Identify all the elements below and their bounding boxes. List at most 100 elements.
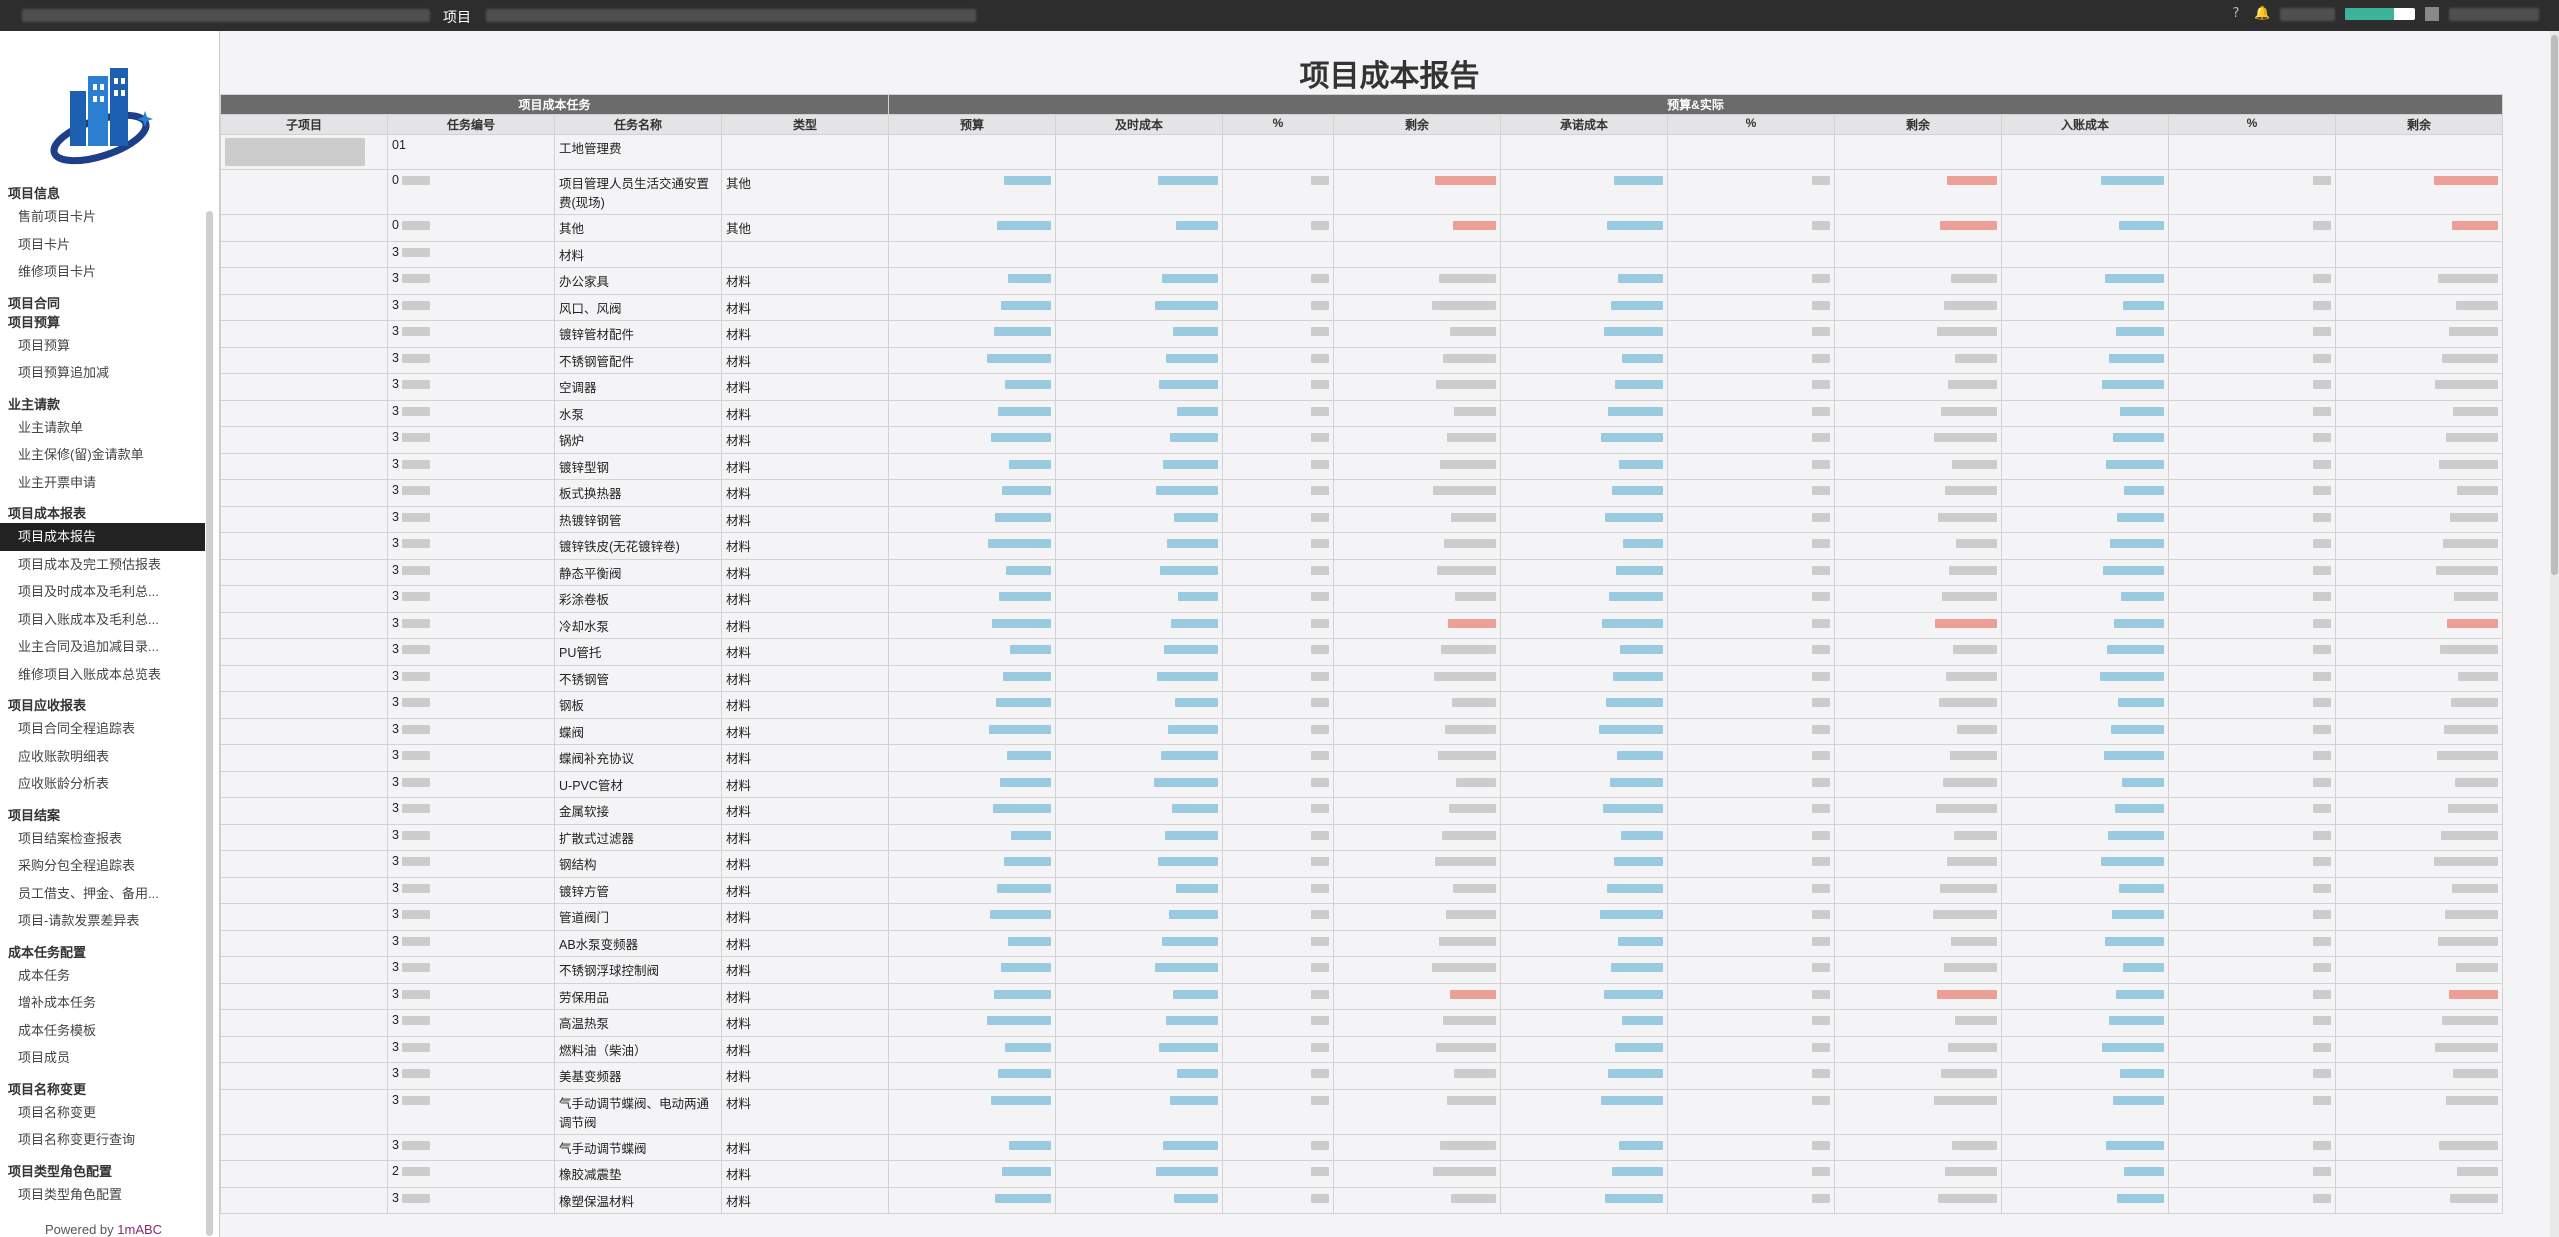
redacted-value [401, 221, 430, 231]
sidebar-item[interactable]: 业主合同及追加减目录... [0, 633, 205, 661]
column-header[interactable]: 剩余 [1333, 114, 1501, 135]
redacted-value [401, 645, 430, 655]
cell-redacted-number [1222, 1133, 1334, 1161]
cell-redacted-number [1055, 399, 1223, 427]
cell-redacted-number [1834, 558, 2002, 586]
sidebar-item[interactable]: 维修项目卡片 [0, 258, 205, 286]
column-header[interactable]: 任务名称 [554, 114, 722, 135]
cell-task-name: 工地管理费 [554, 134, 722, 170]
table-row: 3 镀锌铁皮(无花镀锌卷) 材料 [220, 532, 2503, 560]
sidebar-group-header: 项目信息 [8, 186, 61, 201]
sidebar-item[interactable]: 业主开票申请 [0, 469, 205, 497]
cell-redacted-number [1333, 169, 1501, 215]
cell-redacted-number [2168, 293, 2336, 321]
cell-redacted-number [1222, 717, 1334, 745]
sidebar-item[interactable]: 员工借支、押金、备用... [0, 880, 205, 908]
sidebar-item[interactable]: 项目-请款发票差异表 [0, 907, 205, 935]
cell-redacted-number [1222, 956, 1334, 984]
column-header[interactable]: 剩余 [2335, 114, 2503, 135]
column-header[interactable]: 剩余 [1834, 114, 2002, 135]
cell-redacted-number [1667, 169, 1835, 215]
sidebar-item[interactable]: 项目预算 [0, 332, 205, 360]
cell-subproject [220, 293, 388, 321]
cell-redacted-number [1500, 320, 1668, 348]
cell-redacted-number [1333, 558, 1501, 586]
cell-redacted-number [2335, 876, 2503, 904]
blurred-username[interactable] [2449, 7, 2539, 21]
cell-redacted-number [1834, 903, 2002, 931]
column-header[interactable]: 入账成本 [2001, 114, 2169, 135]
top-menu-project[interactable]: 项目 [443, 7, 471, 27]
sidebar-item[interactable]: 增补成本任务 [0, 989, 205, 1017]
sidebar-item[interactable]: 项目类型角色配置 [0, 1181, 205, 1209]
sidebar-item[interactable]: 项目成员 [0, 1044, 205, 1072]
cell-redacted-number [2335, 691, 2503, 719]
sidebar-item[interactable]: 项目名称变更 [0, 1099, 205, 1127]
table-row: 3 美基变频器 材料 [220, 1062, 2503, 1090]
sidebar-item[interactable]: 业主保修(留)金请款单 [0, 441, 205, 469]
cell-redacted-number [2335, 399, 2503, 427]
sidebar-item[interactable]: 项目入账成本及毛利总... [0, 606, 205, 634]
cell-redacted-number [888, 134, 1056, 170]
column-header[interactable]: 类型 [721, 114, 889, 135]
sidebar-item[interactable]: 项目卡片 [0, 231, 205, 259]
sidebar-item[interactable]: 业主请款单 [0, 414, 205, 442]
cell-redacted-number [1500, 240, 1668, 268]
cell-redacted-number [1667, 373, 1835, 401]
column-header[interactable]: % [1667, 114, 1835, 135]
cell-redacted-number [1055, 1062, 1223, 1090]
sidebar-item[interactable]: 项目及时成本及毛利总... [0, 578, 205, 606]
cell-redacted-number [1500, 982, 1668, 1010]
table-row: 3 不锈钢管 材料 [220, 664, 2503, 692]
help-icon[interactable]: ? [2228, 6, 2244, 22]
cell-redacted-number [1222, 479, 1334, 507]
cell-redacted-number [1333, 823, 1501, 851]
sidebar-item[interactable]: 项目结案检查报表 [0, 825, 205, 853]
sidebar-item[interactable]: 售前项目卡片 [0, 203, 205, 231]
column-header[interactable]: 预算 [888, 114, 1056, 135]
main-scrollbar[interactable] [2550, 31, 2559, 1237]
cell-redacted-number [1667, 1160, 1835, 1188]
sidebar-item[interactable]: 应收账龄分析表 [0, 770, 205, 798]
cell-task-name: 镀锌方管 [554, 876, 722, 904]
sidebar-item[interactable]: 项目成本及完工预估报表 [0, 551, 205, 579]
cell-type: 材料 [721, 346, 889, 374]
sidebar-item[interactable]: 维修项目入账成本总览表 [0, 661, 205, 689]
cell-redacted-number [2001, 956, 2169, 984]
cell-task-name: 冷却水泵 [554, 611, 722, 639]
sidebar-scrollbar[interactable] [206, 211, 213, 1236]
cell-redacted-number [888, 982, 1056, 1010]
sidebar-item[interactable]: 项目名称变更行查询 [0, 1126, 205, 1154]
column-header[interactable]: % [1222, 114, 1334, 135]
column-header[interactable]: 承诺成本 [1500, 114, 1668, 135]
column-header[interactable]: 任务编号 [387, 114, 555, 135]
cell-task-name: 劳保用品 [554, 982, 722, 1010]
column-header[interactable]: 及时成本 [1055, 114, 1223, 135]
redacted-value [401, 406, 430, 416]
cell-redacted-number [2168, 611, 2336, 639]
cell-redacted-number [2168, 134, 2336, 170]
sidebar-item[interactable]: 成本任务 [0, 962, 205, 990]
cell-redacted-number [2168, 876, 2336, 904]
cell-redacted-number [2168, 717, 2336, 745]
cell-redacted-number [1333, 664, 1501, 692]
sidebar-item[interactable]: 应收账款明细表 [0, 743, 205, 771]
cell-redacted-number [1834, 240, 2002, 268]
sidebar-item[interactable]: 采购分包全程追踪表 [0, 852, 205, 880]
cell-redacted-number [2168, 1062, 2336, 1090]
column-header[interactable]: % [2168, 114, 2336, 135]
cell-type: 材料 [721, 452, 889, 480]
cell-redacted-number [2001, 797, 2169, 825]
sidebar-item[interactable]: 成本任务模板 [0, 1017, 205, 1045]
sidebar-item[interactable]: 项目预算追加减 [0, 359, 205, 387]
user-avatar-icon[interactable] [2425, 7, 2439, 21]
bell-icon[interactable]: 🔔 [2254, 6, 2270, 22]
cell-subproject [220, 691, 388, 719]
cell-redacted-number [1500, 479, 1668, 507]
column-header[interactable]: 子项目 [220, 114, 388, 135]
cell-redacted-number [2001, 1186, 2169, 1214]
redacted-value [401, 1140, 430, 1150]
sidebar-item[interactable]: 项目合同全程追踪表 [0, 715, 205, 743]
sidebar-item[interactable]: 项目成本报告 [0, 523, 205, 551]
table-row: 3 彩涂卷板 材料 [220, 585, 2503, 613]
